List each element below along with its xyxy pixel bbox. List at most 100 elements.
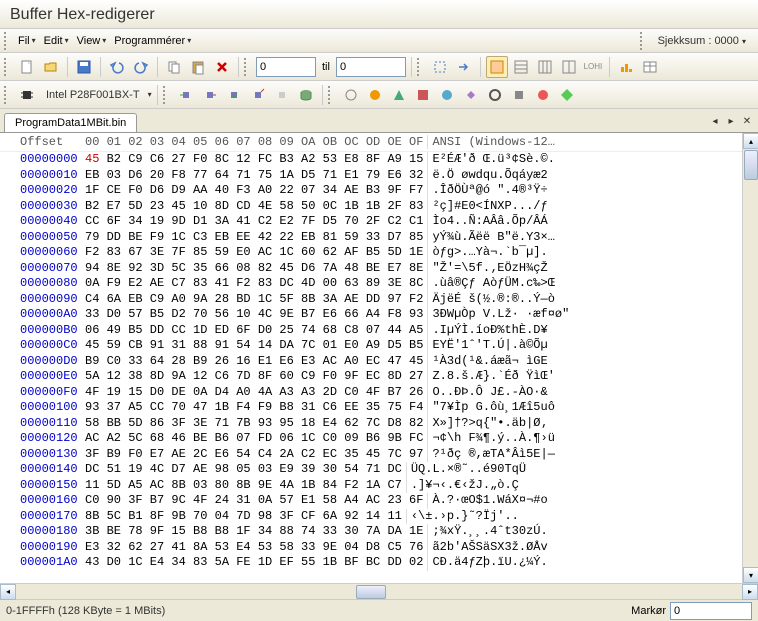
ansi-cell[interactable]: E²ÉÆ'ð Œ.ü³¢Sè.©. [427, 152, 554, 168]
open-icon[interactable] [40, 56, 62, 78]
tab-close-icon[interactable]: ✕ [740, 115, 754, 129]
bytes-cell[interactable]: B2 E7 5D 23 45 10 8D CD 4E 58 50 0C 1B 1… [85, 199, 427, 215]
grid-view-icon[interactable] [486, 56, 508, 78]
chart-icon[interactable] [615, 56, 637, 78]
offset-cell[interactable]: 00000130 [0, 447, 85, 463]
device-handle-3[interactable] [328, 86, 334, 104]
offset-cell[interactable]: 00000010 [0, 168, 85, 184]
chip-icon[interactable] [16, 84, 38, 106]
chip-write-icon[interactable] [199, 84, 221, 106]
offset-cell[interactable]: 00000190 [0, 540, 85, 556]
bytes-cell[interactable]: 4F 19 15 D0 DE 0A D4 A0 4A A3 A3 2D C0 4… [85, 385, 427, 401]
hex-row[interactable]: 000000F04F 19 15 D0 DE 0A D4 A0 4A A3 A3… [0, 385, 758, 401]
select-icon[interactable] [429, 56, 451, 78]
offset-cell[interactable]: 00000030 [0, 199, 85, 215]
tool4-icon[interactable] [412, 84, 434, 106]
hex-row[interactable]: 000000D0B9 C0 33 64 28 B9 26 16 E1 E6 E3… [0, 354, 758, 370]
range-end-input[interactable] [336, 57, 406, 77]
offset-cell[interactable]: 00000120 [0, 431, 85, 447]
ansi-cell[interactable]: .ÎðÖÙª@ó ".4®³Ÿ÷ [427, 183, 547, 199]
toolbar-handle[interactable] [4, 58, 10, 76]
offset-cell[interactable]: 00000180 [0, 524, 85, 540]
ansi-cell[interactable]: X»]†?>q{"•.äb|Ø‚ [427, 416, 547, 432]
new-icon[interactable] [16, 56, 38, 78]
hex-row[interactable]: 00000140DC 51 19 4C D7 AE 98 05 03 E9 39… [0, 462, 758, 478]
bytes-cell[interactable]: 5A 12 38 8D 9A 12 C6 7D 8F 60 C9 F0 9F E… [85, 369, 427, 385]
tool3-icon[interactable] [388, 84, 410, 106]
hex-row[interactable]: 000000E05A 12 38 8D 9A 12 C6 7D 8F 60 C9… [0, 369, 758, 385]
chip-verify-icon[interactable] [223, 84, 245, 106]
bytes-cell[interactable]: EB 03 D6 20 F8 77 64 71 75 1A D5 71 E1 7… [85, 168, 427, 184]
bytes-cell[interactable]: B9 C0 33 64 28 B9 26 16 E1 E6 E3 AC A0 E… [85, 354, 427, 370]
cursor-input[interactable] [670, 602, 752, 620]
bytes-cell[interactable]: CC 6F 34 19 9D D1 3A 41 C2 E2 7F D5 70 2… [85, 214, 427, 230]
ansi-cell[interactable]: O..ÐÞ.Ô J£.-ÀO·& [427, 385, 547, 401]
hex-row[interactable]: 00000030B2 E7 5D 23 45 10 8D CD 4E 58 50… [0, 199, 758, 215]
bytes-cell[interactable]: 43 D0 1C E4 34 83 5A FE 1D EF 55 1B BF B… [85, 555, 427, 571]
ansi-cell[interactable]: .]¥¬‹.€‹žJ.„ò.Ç [406, 478, 519, 494]
hex-row[interactable]: 000001303F B9 F0 E7 AE 2C E6 54 C4 2A C2… [0, 447, 758, 463]
menu-programmerer[interactable]: Programmérer▾ [110, 32, 195, 50]
offset-cell[interactable]: 00000110 [0, 416, 85, 432]
bytes-cell[interactable]: 79 DD BE F9 1C C3 EB EE 42 22 EB 81 59 3… [85, 230, 427, 246]
ansi-cell[interactable]: "7¥Ìp G.ôù¸1Æî5uô [427, 400, 554, 416]
vertical-scrollbar[interactable]: ▴ ▾ [742, 133, 758, 583]
scroll-thumb-v[interactable] [744, 150, 758, 180]
redo-icon[interactable] [130, 56, 152, 78]
offset-cell[interactable]: 00000040 [0, 214, 85, 230]
offset-cell[interactable]: 000000A0 [0, 307, 85, 323]
device-handle[interactable] [4, 86, 10, 104]
ansi-cell[interactable]: yÝ¾ù.Ãëë B"ë.Y3×… [427, 230, 554, 246]
db-icon[interactable] [295, 84, 317, 106]
hex-row[interactable]: 000000800A F9 E2 AE C7 83 41 F2 83 DC 4D… [0, 276, 758, 292]
tool7-icon[interactable] [484, 84, 506, 106]
hex-row[interactable]: 000000C045 59 CB 91 31 88 91 54 14 DA 7C… [0, 338, 758, 354]
hex-row[interactable]: 0000010093 37 A5 CC 70 47 1B F4 F9 B8 31… [0, 400, 758, 416]
ansi-cell[interactable]: EYË'1ˆ'T.Ú|.à©Õµ [427, 338, 547, 354]
offset-cell[interactable]: 00000060 [0, 245, 85, 261]
offset-cell[interactable]: 00000000 [0, 152, 85, 168]
offset-cell[interactable]: 000000E0 [0, 369, 85, 385]
ansi-cell[interactable]: "Ž'=\5f.‚EÖzH¾çŽ [427, 261, 547, 277]
scroll-left-icon[interactable]: ◂ [0, 584, 16, 600]
bytes-cell[interactable]: F2 83 67 3E 7F 85 59 E0 AC 1C 60 62 AF B… [85, 245, 427, 261]
offset-cell[interactable]: 00000070 [0, 261, 85, 277]
bytes-cell[interactable]: E3 32 62 27 41 8A 53 E4 53 58 33 9E 04 D… [85, 540, 427, 556]
hex-row[interactable]: 00000160C0 90 3F B7 9C 4F 24 31 0A 57 E1… [0, 493, 758, 509]
table-icon[interactable] [639, 56, 661, 78]
save-icon[interactable] [73, 56, 95, 78]
menu-edit[interactable]: Edit▾ [40, 32, 73, 50]
grid1-icon[interactable] [510, 56, 532, 78]
toolbar-handle-2[interactable] [244, 58, 250, 76]
ansi-cell[interactable]: ÄjëÉ š(½.®:®..Ý—ò [427, 292, 554, 308]
tab-prev-icon[interactable]: ◂ [708, 115, 722, 129]
bytes-cell[interactable]: 11 5D A5 AC 8B 03 80 8B 9E 4A 1B 84 F2 1… [85, 478, 406, 494]
hex-row[interactable]: 00000040CC 6F 34 19 9D D1 3A 41 C2 E2 7F… [0, 214, 758, 230]
ansi-cell[interactable]: .ùâ®Çƒ AòƒÜM.c‰>Œ [427, 276, 554, 292]
tab-file[interactable]: ProgramData1MBit.bin [4, 113, 137, 132]
menu-handle[interactable] [4, 32, 10, 50]
hex-row[interactable]: 0000007094 8E 92 3D 5C 35 66 08 82 45 D6… [0, 261, 758, 277]
delete-icon[interactable] [211, 56, 233, 78]
hex-row[interactable]: 000000B006 49 B5 DD CC 1D ED 6F D0 25 74… [0, 323, 758, 339]
hex-row[interactable]: 000001803B BE 78 9F 15 B8 B8 1F 34 88 74… [0, 524, 758, 540]
tool8-icon[interactable] [508, 84, 530, 106]
bytes-cell[interactable]: 06 49 B5 DD CC 1D ED 6F D0 25 74 68 C8 0… [85, 323, 427, 339]
chip-erase-icon[interactable] [247, 84, 269, 106]
tool10-icon[interactable] [556, 84, 578, 106]
tool2-icon[interactable] [364, 84, 386, 106]
tool1-icon[interactable] [340, 84, 362, 106]
ansi-cell[interactable]: Ìo4..Ñ:AÂâ.Õp/ÂÁ [427, 214, 547, 230]
copy-icon[interactable] [163, 56, 185, 78]
bytes-cell[interactable]: C4 6A EB C9 A0 9A 28 BD 1C 5F 8B 3A AE D… [85, 292, 427, 308]
device-handle-2[interactable] [163, 86, 169, 104]
hex-row[interactable]: 000001708B 5C B1 8F 9B 70 04 7D 98 3F CF… [0, 509, 758, 525]
hex-row[interactable]: 00000060F2 83 67 3E 7F 85 59 E0 AC 1C 60… [0, 245, 758, 261]
ansi-cell[interactable]: ?¹ðç ®,æTA*Âì5E|— [427, 447, 554, 463]
bytes-cell[interactable]: 93 37 A5 CC 70 47 1B F4 F9 B8 31 C6 EE 3… [85, 400, 427, 416]
bytes-cell[interactable]: 3B BE 78 9F 15 B8 B8 1F 34 88 74 33 30 7… [85, 524, 427, 540]
bytes-cell[interactable]: 58 BB 5D 86 3F 3E 71 7B 93 95 18 E4 62 7… [85, 416, 427, 432]
ansi-cell[interactable]: ;¾xŸ.¸¸.4ˆt30zÚ. [427, 524, 547, 540]
tool5-icon[interactable] [436, 84, 458, 106]
hex-row[interactable]: 00000120AC A2 5C 68 46 BE B6 07 FD 06 1C… [0, 431, 758, 447]
